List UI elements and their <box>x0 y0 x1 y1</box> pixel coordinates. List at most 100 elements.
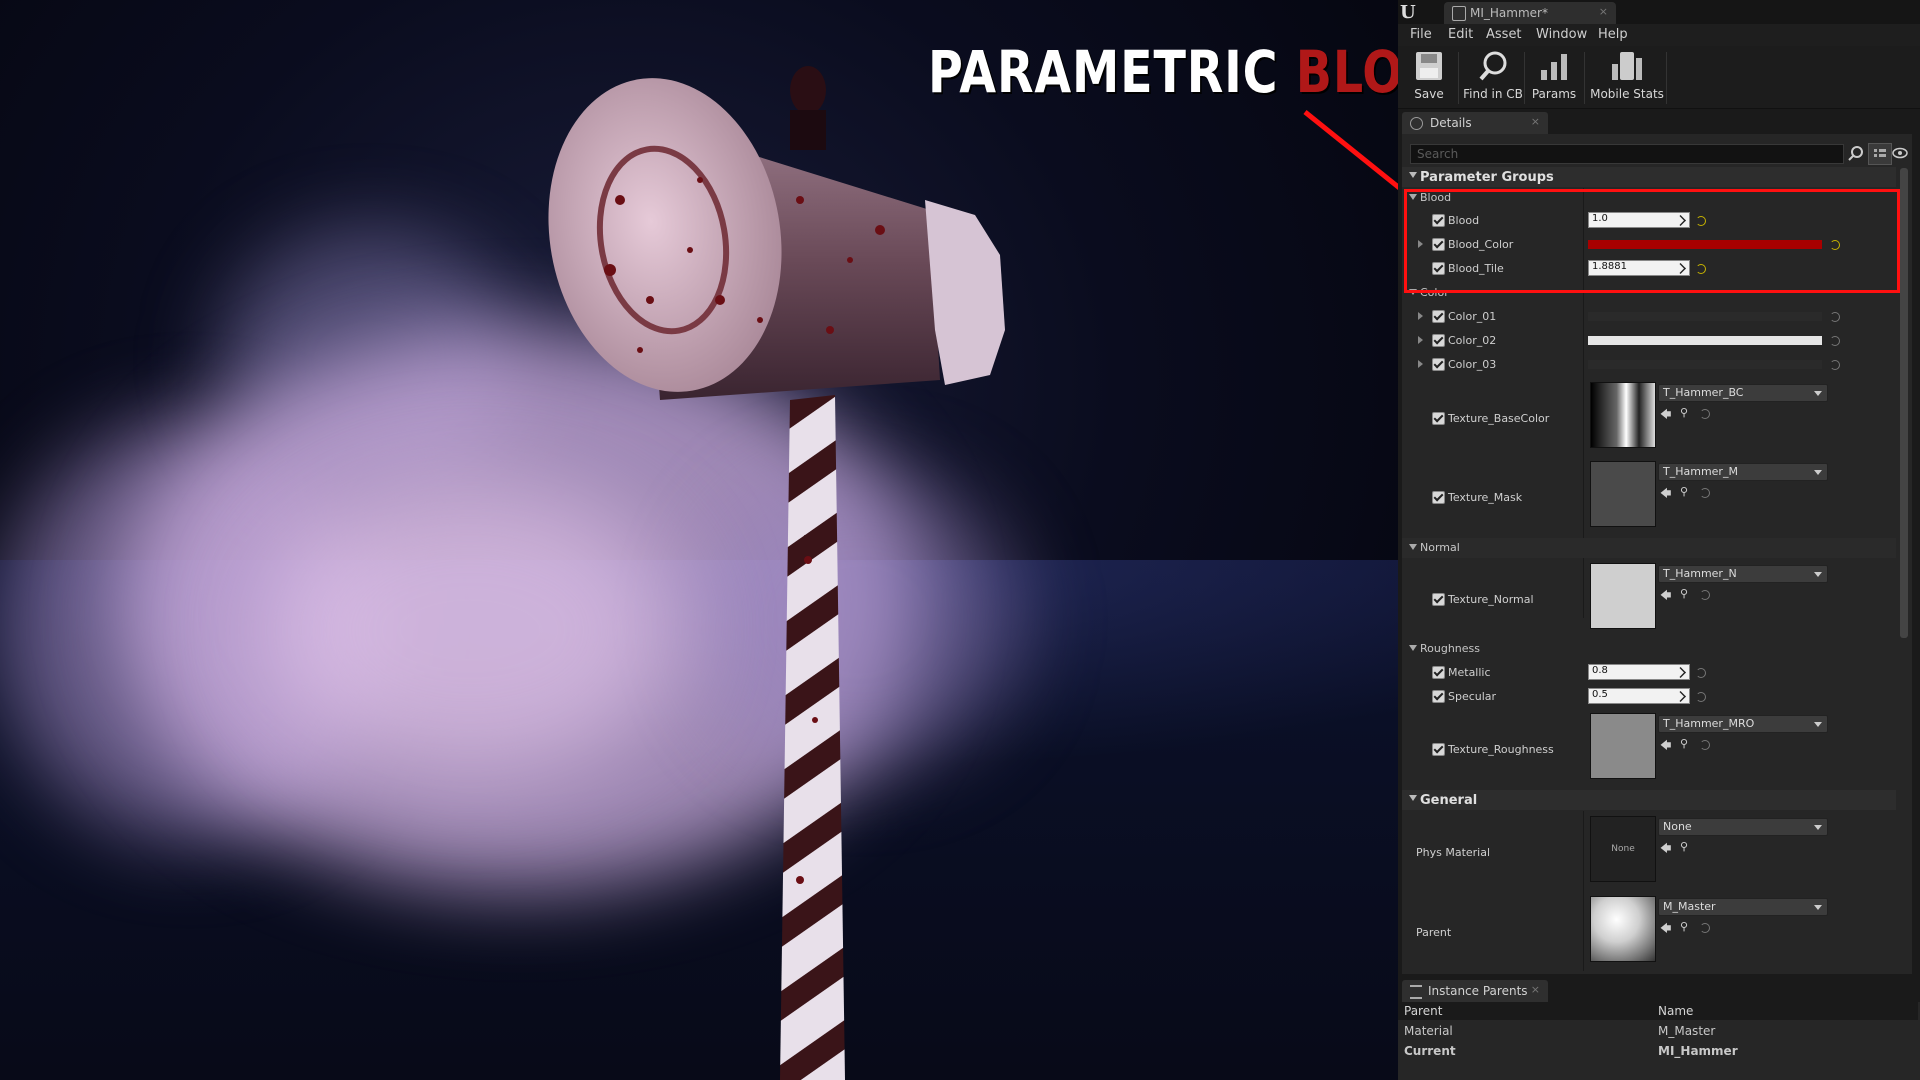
params-icon <box>1537 50 1571 82</box>
reset-to-default-icon[interactable] <box>1700 590 1710 600</box>
params-button[interactable]: Params <box>1530 48 1578 106</box>
browse-search-icon[interactable]: ⚲ <box>1680 737 1694 750</box>
texture-basecolor-checkbox[interactable] <box>1432 412 1445 425</box>
param-row-color-03: Color_03 <box>1402 352 1896 376</box>
close-details-icon[interactable]: × <box>1531 115 1540 128</box>
color-02-checkbox[interactable] <box>1432 334 1445 347</box>
close-tab-icon[interactable]: × <box>1599 5 1608 18</box>
menu-window[interactable]: Window <box>1536 27 1587 42</box>
view-options-icon[interactable] <box>1868 143 1892 165</box>
color-03-swatch[interactable] <box>1588 360 1822 369</box>
texture-mask-value: T_Hammer_M <box>1663 465 1738 478</box>
title-bar: U MI_Hammer* × <box>1398 0 1920 24</box>
group-roughness-header[interactable]: Roughness <box>1402 639 1896 659</box>
reset-to-default-icon[interactable] <box>1830 360 1840 370</box>
reset-to-default-icon[interactable] <box>1696 668 1706 678</box>
texture-mask-checkbox[interactable] <box>1432 491 1445 504</box>
use-selected-arrow-icon[interactable]: 🡄 <box>1660 485 1674 500</box>
menu-help[interactable]: Help <box>1598 27 1628 42</box>
browse-search-icon[interactable]: ⚲ <box>1680 840 1694 853</box>
texture-mask-thumbnail[interactable] <box>1590 461 1656 527</box>
color-01-label: Color_01 <box>1448 310 1497 323</box>
expand-arrow-icon[interactable] <box>1418 312 1423 320</box>
use-selected-arrow-icon[interactable]: 🡄 <box>1660 840 1674 855</box>
expand-arrow-icon[interactable] <box>1418 360 1423 368</box>
eye-icon[interactable] <box>1892 146 1910 160</box>
use-selected-arrow-icon[interactable]: 🡄 <box>1660 587 1674 602</box>
browse-search-icon[interactable]: ⚲ <box>1680 406 1694 419</box>
texture-roughness-thumbnail[interactable] <box>1590 713 1656 779</box>
menu-edit[interactable]: Edit <box>1448 27 1473 42</box>
instance-current-row-name[interactable]: MI_Hammer <box>1658 1044 1738 1058</box>
metallic-value-field[interactable]: 0.8 <box>1588 664 1690 680</box>
group-normal-header[interactable]: Normal <box>1402 538 1896 558</box>
column-header-parent[interactable]: Parent <box>1404 1004 1442 1018</box>
texture-normal-dropdown[interactable]: T_Hammer_N <box>1658 565 1828 583</box>
mobile-stats-button[interactable]: Mobile Stats <box>1590 48 1664 106</box>
specular-checkbox[interactable] <box>1432 690 1445 703</box>
instance-current-row-type[interactable]: Current <box>1404 1044 1456 1058</box>
details-tab[interactable]: Details × <box>1402 112 1548 134</box>
texture-basecolor-thumbnail[interactable] <box>1590 382 1656 448</box>
browse-search-icon[interactable]: ⚲ <box>1680 485 1694 498</box>
save-button[interactable]: Save <box>1408 48 1450 106</box>
reset-to-default-icon[interactable] <box>1700 409 1710 419</box>
reset-to-default-icon[interactable] <box>1700 740 1710 750</box>
reset-to-default-icon[interactable] <box>1830 336 1840 346</box>
reset-to-default-icon[interactable] <box>1830 312 1840 322</box>
hammer-model <box>548 66 1005 1080</box>
toolbar-separator <box>1584 52 1585 104</box>
color-03-checkbox[interactable] <box>1432 358 1445 371</box>
reset-to-default-icon[interactable] <box>1696 692 1706 702</box>
use-selected-arrow-icon[interactable]: 🡄 <box>1660 737 1674 752</box>
reset-to-default-icon[interactable] <box>1700 923 1710 933</box>
mobile-stats-icon <box>1610 50 1644 82</box>
menu-asset[interactable]: Asset <box>1486 27 1522 42</box>
texture-basecolor-dropdown[interactable]: T_Hammer_BC <box>1658 384 1828 402</box>
instance-parent-row-type[interactable]: Material <box>1404 1024 1453 1038</box>
general-label: General <box>1420 793 1478 808</box>
browse-search-icon[interactable]: ⚲ <box>1680 587 1694 600</box>
document-tab[interactable]: MI_Hammer* × <box>1444 2 1616 24</box>
parameter-groups-header[interactable]: Parameter Groups <box>1402 167 1896 187</box>
metallic-checkbox[interactable] <box>1432 666 1445 679</box>
phys-material-thumbnail[interactable]: None <box>1590 816 1656 882</box>
phys-material-dropdown[interactable]: None <box>1658 818 1828 836</box>
details-scrollbar[interactable] <box>1900 168 1908 638</box>
color-02-swatch[interactable] <box>1588 336 1822 345</box>
texture-roughness-dropdown[interactable]: T_Hammer_MRO <box>1658 715 1828 733</box>
color-01-checkbox[interactable] <box>1432 310 1445 323</box>
menu-file[interactable]: File <box>1410 27 1432 42</box>
texture-roughness-value: T_Hammer_MRO <box>1663 717 1755 730</box>
instance-parents-tab[interactable]: Instance Parents × <box>1402 980 1548 1002</box>
browse-search-icon[interactable]: ⚲ <box>1680 920 1694 933</box>
texture-normal-checkbox[interactable] <box>1432 593 1445 606</box>
use-selected-arrow-icon[interactable]: 🡄 <box>1660 406 1674 421</box>
close-instance-parents-icon[interactable]: × <box>1531 983 1540 996</box>
parent-material-thumbnail[interactable] <box>1590 896 1656 962</box>
parent-label: Parent <box>1416 926 1452 939</box>
column-header-name[interactable]: Name <box>1658 1004 1693 1018</box>
find-in-cb-button[interactable]: Find in CB <box>1462 48 1524 106</box>
color-01-swatch[interactable] <box>1588 312 1822 321</box>
dropdown-arrow-icon <box>1814 825 1822 830</box>
instance-parent-row-name[interactable]: M_Master <box>1658 1024 1715 1038</box>
parent-dropdown[interactable]: M_Master <box>1658 898 1828 916</box>
color-02-label: Color_02 <box>1448 334 1497 347</box>
param-row-texture-normal: Texture_Normal T_Hammer_N 🡄 ⚲ <box>1402 559 1896 637</box>
param-row-color-01: Color_01 <box>1402 304 1896 328</box>
expand-arrow-icon[interactable] <box>1418 336 1423 344</box>
texture-mask-dropdown[interactable]: T_Hammer_M <box>1658 463 1828 481</box>
texture-roughness-checkbox[interactable] <box>1432 743 1445 756</box>
general-header[interactable]: General <box>1402 790 1896 810</box>
search-input[interactable]: Search <box>1410 144 1844 164</box>
texture-normal-thumbnail[interactable] <box>1590 563 1656 629</box>
param-row-metallic: Metallic 0.8 <box>1402 660 1896 684</box>
search-icon[interactable] <box>1848 145 1864 161</box>
specular-value-field[interactable]: 0.5 <box>1588 688 1690 704</box>
use-selected-arrow-icon[interactable]: 🡄 <box>1660 920 1674 935</box>
toolbar-separator <box>1524 52 1525 104</box>
reset-to-default-icon[interactable] <box>1700 488 1710 498</box>
param-row-texture-basecolor: Texture_BaseColor T_Hammer_BC 🡄 ⚲ <box>1402 378 1896 456</box>
phys-material-value: None <box>1663 820 1692 833</box>
